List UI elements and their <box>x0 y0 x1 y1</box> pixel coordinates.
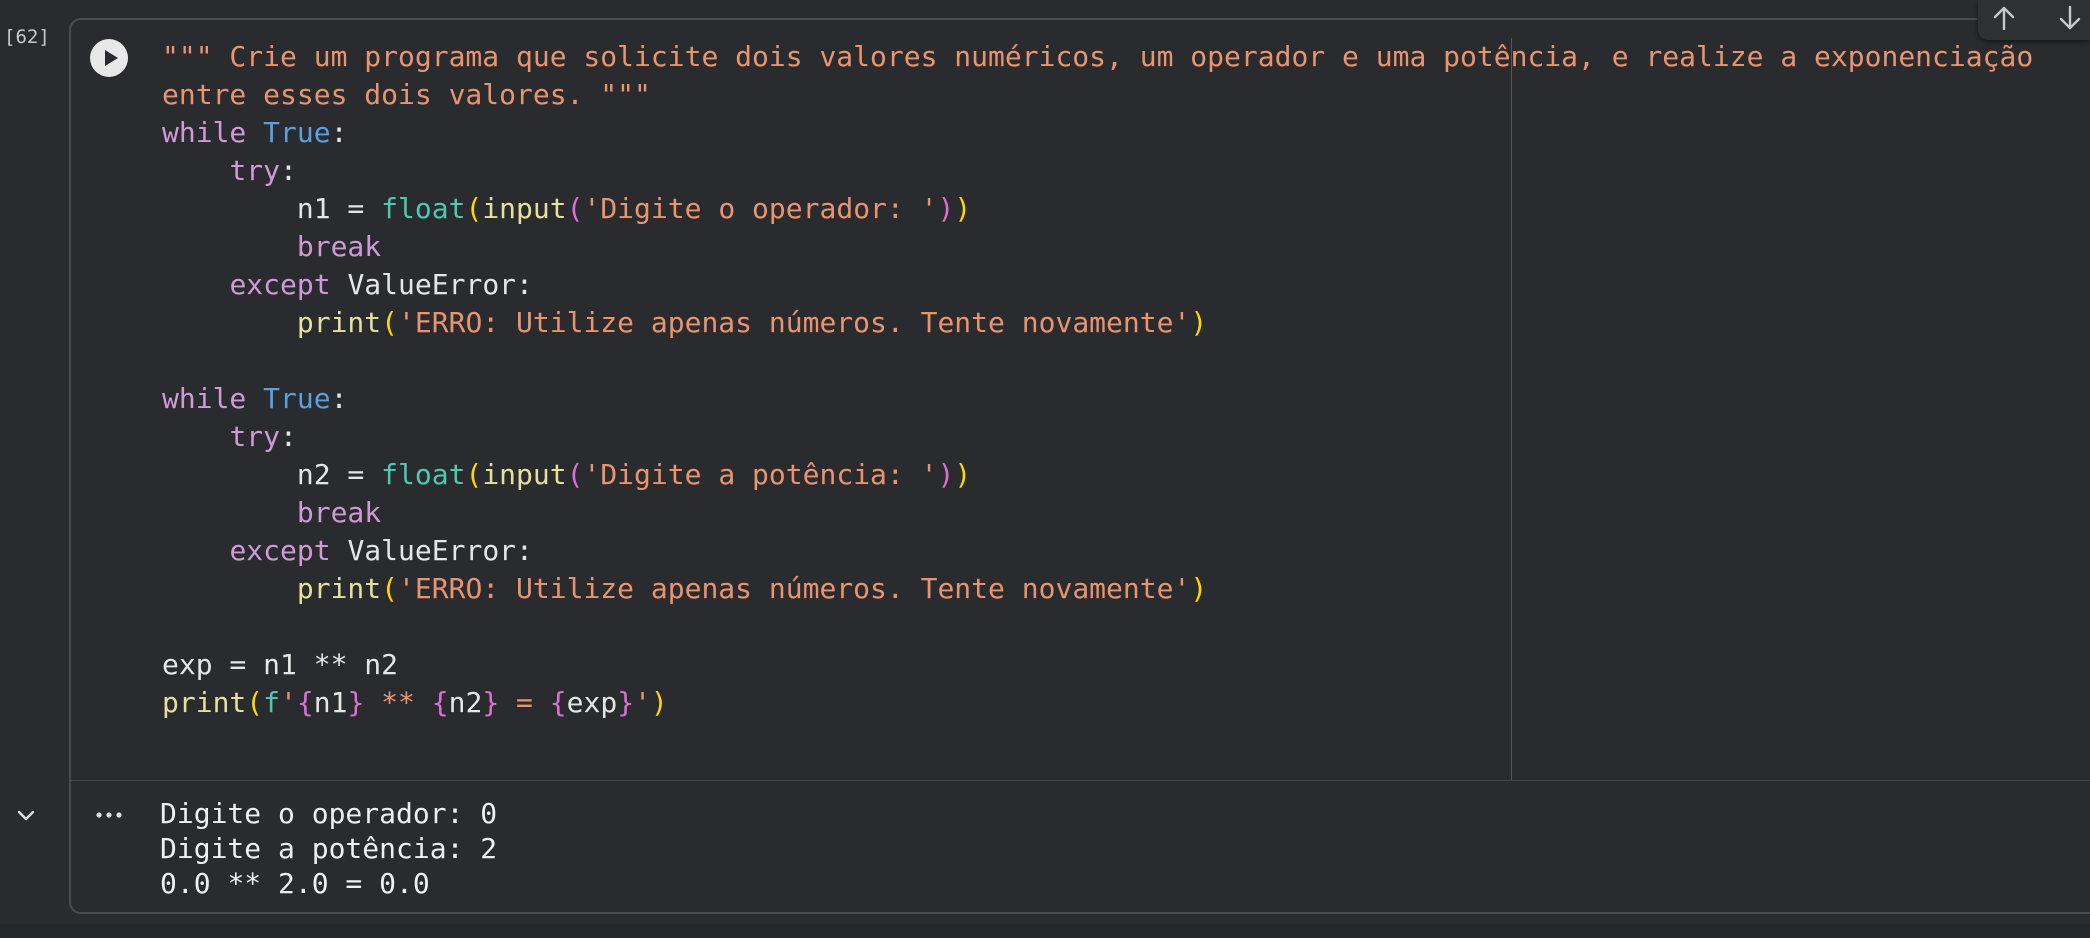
execution-count: [62] <box>4 26 50 48</box>
output-line: Digite o operador: 0 <box>160 797 498 830</box>
chevron-down-icon <box>17 810 35 821</box>
output-actions-button[interactable] <box>92 801 126 829</box>
code-line: n2 = float(input('Digite a potência: ')) <box>296 458 972 491</box>
code-line: exp = n1 ** n2 <box>162 648 399 681</box>
play-icon <box>91 40 127 76</box>
cell-output: Digite o operador: 0 Digite a potência: 2… <box>160 796 497 901</box>
code-line: try: <box>229 154 297 187</box>
code-line: """ Crie um programa que solicite dois v… <box>162 40 2034 73</box>
arrow-up-icon <box>1993 6 2015 31</box>
code-editor[interactable]: """ Crie um programa que solicite dois v… <box>162 38 2033 722</box>
code-line: while True: <box>162 116 348 149</box>
move-cell-down-button[interactable] <box>2052 2 2088 34</box>
move-cell-up-button[interactable] <box>1986 2 2022 34</box>
more-horizontal-icon <box>96 812 122 818</box>
run-cell-button[interactable] <box>90 39 128 77</box>
code-line: try: <box>229 420 297 453</box>
code-line: print(f'{n1} ** {n2} = {exp}') <box>162 686 668 719</box>
code-line: while True: <box>162 382 348 415</box>
cell-separator <box>0 924 2090 938</box>
code-line: except ValueError: <box>229 534 533 567</box>
notebook-page: [62] """ Crie um programa que solicite d… <box>0 0 2090 938</box>
code-line: print('ERRO: Utilize apenas números. Ten… <box>296 572 1208 605</box>
output-divider <box>71 780 2090 781</box>
arrow-down-icon <box>2059 5 2081 30</box>
output-line: 0.0 ** 2.0 = 0.0 <box>160 867 430 900</box>
code-line: entre esses dois valores. """ <box>162 78 651 111</box>
code-line: break <box>296 230 382 263</box>
code-line: except ValueError: <box>229 268 533 301</box>
code-line: break <box>296 496 382 529</box>
collapse-output-toggle[interactable] <box>12 801 40 829</box>
code-line: n1 = float(input('Digite o operador: ')) <box>296 192 972 225</box>
output-line: Digite a potência: 2 <box>160 832 498 865</box>
code-line: print('ERRO: Utilize apenas números. Ten… <box>296 306 1208 339</box>
cell-toolbar <box>1978 0 2090 40</box>
